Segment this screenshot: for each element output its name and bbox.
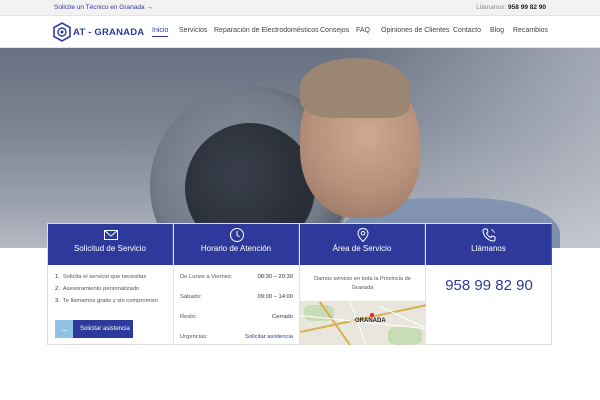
logo-text: AT - GRANADA	[73, 26, 145, 38]
request-assistance-button[interactable]: → Solicitar asistencia	[55, 320, 133, 338]
panel-hours: Horario de Atención De Lunes a Viernes: 0…	[174, 224, 300, 345]
area-description: Damos servicio en toda la Provincia de G…	[314, 276, 411, 291]
request-technician-link[interactable]: Solicite un Técnico en Granada →	[54, 4, 153, 11]
panel-call: Llámanos 958 99 82 90	[426, 224, 552, 345]
top-phone-number[interactable]: 958 99 82 90	[508, 4, 546, 11]
clock-icon	[230, 228, 244, 242]
panel-call-header: Llámanos	[426, 224, 552, 265]
phone-number-large[interactable]: 958 99 82 90	[426, 277, 552, 294]
nav-item-opiniones[interactable]: Opiniones de Clientes	[381, 27, 450, 34]
list-item: 3. Te llamamos gratis y sin compromiso	[55, 298, 158, 304]
hours-table: De Lunes a Viernes: 08:30 – 20:30 Sábado:…	[180, 274, 293, 354]
list-item: 1. Solicita el servicio que necesitas	[55, 274, 147, 280]
nav-item-inicio[interactable]: Inicio	[152, 27, 169, 37]
site-logo[interactable]: AT - GRANADA	[53, 22, 144, 42]
hours-row: Resto: Cerrado	[180, 314, 293, 320]
info-panels: Solicitud de Servicio 1. Solicita el serv…	[47, 223, 552, 345]
nav-item-servicios[interactable]: Servicios	[179, 27, 207, 34]
panel-hours-title: Horario de Atención	[200, 244, 272, 253]
nav-item-consejos[interactable]: Consejos	[320, 27, 349, 34]
top-bar: Solicite un Técnico en Granada → Llámano…	[0, 0, 600, 16]
nav-item-reparacion[interactable]: Reparación de Electrodomésticos	[214, 27, 319, 34]
request-steps: 1. Solicita el servicio que necesitas 2. A…	[55, 274, 158, 310]
nav-item-contacto[interactable]: Contacto	[453, 27, 481, 34]
service-area-map[interactable]: GRANADA	[300, 301, 426, 345]
map-marker-icon	[370, 313, 374, 317]
hours-row: Sábado: 09:00 – 14:00	[180, 294, 293, 300]
panel-hours-header: Horario de Atención	[174, 224, 299, 265]
urgent-assistance-link[interactable]: Solicitar asistencia	[245, 334, 293, 340]
phone-icon	[482, 228, 496, 242]
logo-hexagon-icon	[53, 22, 71, 42]
site-header: AT - GRANADA Inicio Servicios Reparación…	[0, 16, 600, 48]
top-call-info: Llámanos: 958 99 82 90	[476, 4, 546, 11]
request-assistance-label: Solicitar asistencia	[80, 326, 130, 332]
panel-area-header: Área de Servicio	[300, 224, 425, 265]
map-city-label: GRANADA	[355, 318, 386, 324]
arrow-right-icon: →	[55, 320, 73, 338]
hours-row: Urgencias: Solicitar asistencia	[180, 334, 293, 340]
panel-area: Área de Servicio Damos servicio en toda …	[300, 224, 426, 345]
nav-item-blog[interactable]: Blog	[490, 27, 504, 34]
panel-area-title: Área de Servicio	[332, 244, 392, 253]
map-pin-icon	[357, 227, 369, 243]
nav-item-recambios[interactable]: Recambios	[513, 27, 548, 34]
hero-image	[0, 48, 600, 248]
hours-row: De Lunes a Viernes: 08:30 – 20:30	[180, 274, 293, 280]
envelope-icon	[104, 230, 118, 240]
hero-overlay	[0, 48, 600, 248]
call-label: Llámanos:	[476, 4, 507, 11]
panel-request-title: Solicitud de Servicio	[73, 244, 147, 253]
nav-item-faq[interactable]: FAQ	[356, 27, 370, 34]
panel-call-title: Llámanos	[471, 244, 506, 253]
list-item: 2. Asesoramiento personalizado	[55, 286, 140, 292]
panel-request-header: Solicitud de Servicio	[48, 224, 173, 265]
panel-request: Solicitud de Servicio 1. Solicita el serv…	[48, 224, 174, 345]
